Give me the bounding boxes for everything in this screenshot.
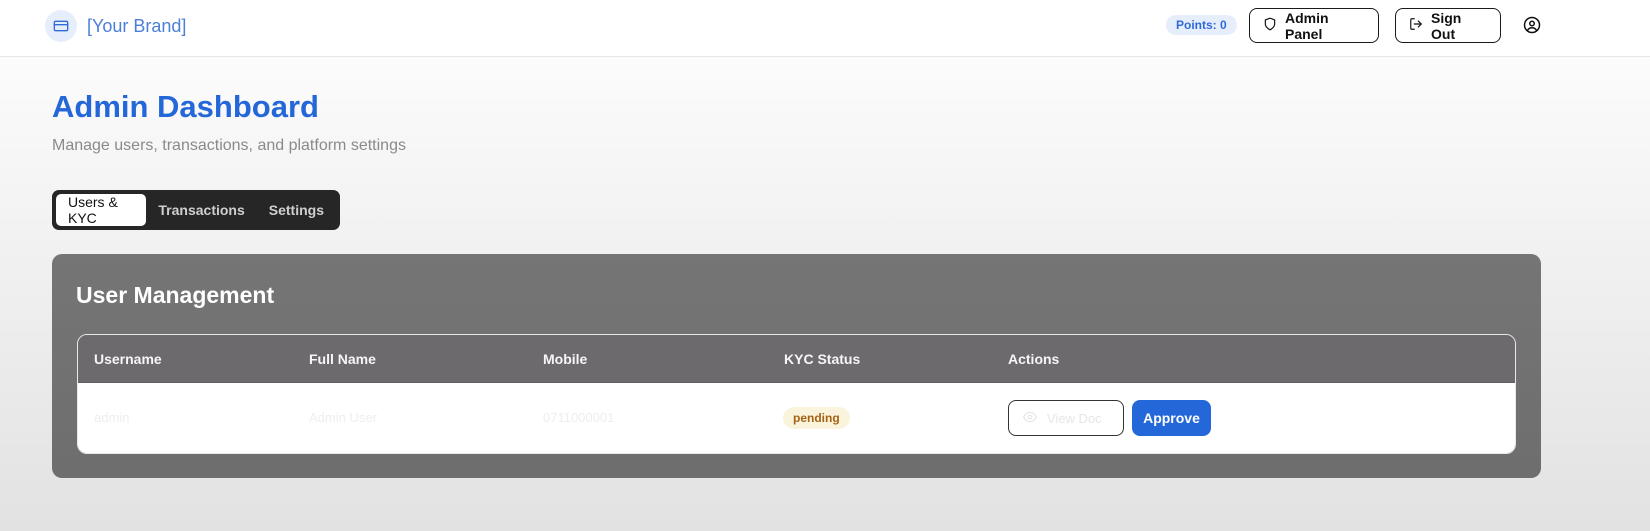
kyc-status-badge: pending — [783, 407, 850, 429]
shield-icon — [1263, 17, 1277, 34]
sign-out-button[interactable]: Sign Out — [1395, 8, 1501, 43]
column-header-kyc-status: KYC Status — [784, 351, 861, 367]
table-header: Username Full Name Mobile KYC Status Act… — [78, 335, 1515, 383]
page-subtitle: Manage users, transactions, and platform… — [52, 137, 406, 154]
admin-panel-button[interactable]: Admin Panel — [1249, 8, 1379, 43]
cell-mobile: 0711000001 — [543, 410, 615, 425]
column-header-actions: Actions — [1008, 351, 1060, 367]
log-out-icon — [1409, 17, 1423, 34]
users-table: Username Full Name Mobile KYC Status Act… — [77, 334, 1516, 454]
eye-icon — [1023, 410, 1037, 427]
user-circle-icon[interactable] — [1523, 16, 1541, 34]
approve-button[interactable]: Approve — [1132, 400, 1211, 436]
admin-tabs: Users & KYC Transactions Settings — [52, 190, 340, 230]
page-title: Admin Dashboard — [52, 89, 319, 124]
brand-name: [Your Brand] — [87, 15, 187, 36]
view-doc-button[interactable]: View Doc — [1008, 400, 1124, 436]
cell-full-name: Admin User — [309, 410, 377, 425]
tab-settings[interactable]: Settings — [257, 194, 336, 226]
tab-users-kyc[interactable]: Users & KYC — [56, 194, 147, 226]
points-badge: Points: 0 — [1166, 15, 1237, 35]
cell-username: admin — [94, 410, 130, 425]
column-header-username: Username — [94, 351, 162, 367]
credit-card-icon — [45, 10, 77, 42]
top-navigation-bar: [Your Brand] Points: 0 Admin Panel Sign … — [0, 0, 1650, 57]
column-header-mobile: Mobile — [543, 351, 588, 367]
admin-panel-label: Admin Panel — [1285, 9, 1329, 42]
brand[interactable]: [Your Brand] — [45, 10, 186, 42]
tab-transactions[interactable]: Transactions — [146, 194, 256, 226]
view-doc-label: View Doc — [1047, 410, 1102, 426]
column-header-full-name: Full Name — [309, 351, 376, 367]
card-title: User Management — [76, 282, 275, 308]
user-management-card: User Management Username Full Name Mobil… — [52, 254, 1541, 478]
table-row: admin Admin User 0711000001 pending View… — [78, 383, 1515, 453]
sign-out-label: Sign Out — [1431, 9, 1462, 42]
